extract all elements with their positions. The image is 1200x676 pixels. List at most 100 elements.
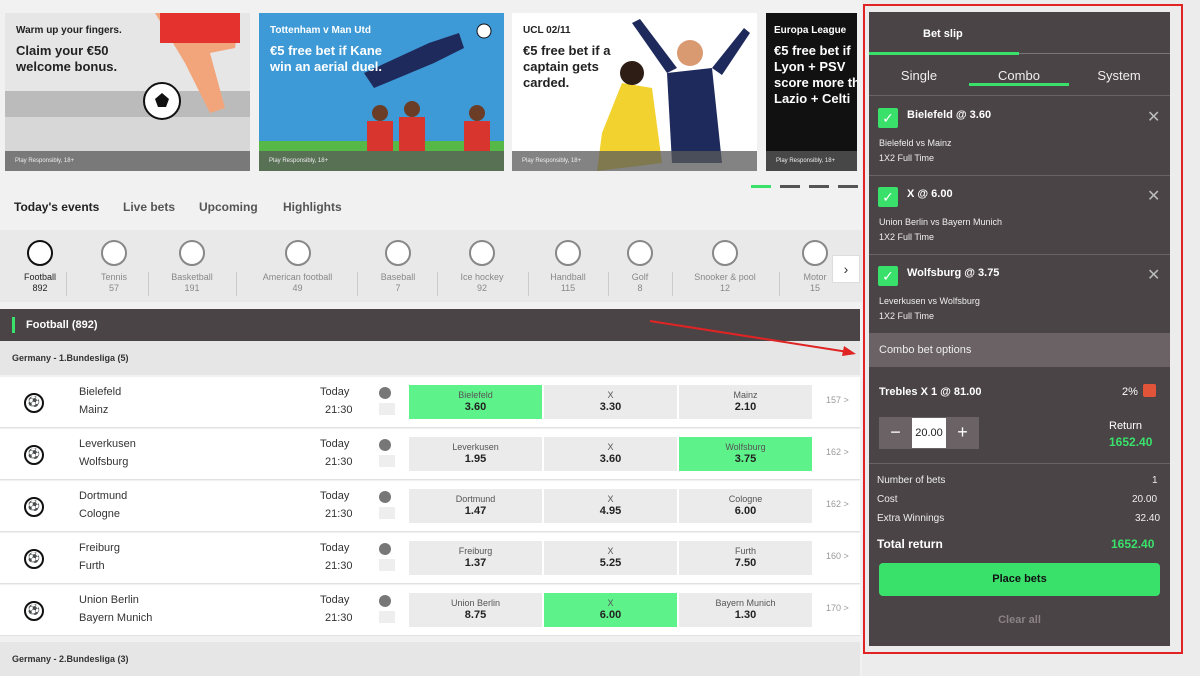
odd-value: 1.95 [464,453,487,465]
checkbox-checked-icon[interactable]: ✓ [878,108,898,128]
tab-live-bets[interactable]: Live bets [123,200,175,214]
tab-system[interactable]: System [1069,57,1169,83]
section-title: Football (892) [26,319,98,331]
more-markets-link[interactable]: 162 > [826,499,849,509]
tab-upcoming[interactable]: Upcoming [199,200,258,214]
odd-away[interactable]: Cologne 6.00 [679,489,812,523]
divider [869,95,1170,96]
sports-next-arrow[interactable]: › [832,255,860,283]
promo-banner-europa[interactable]: Europa League €5 free bet if Lyon + PSV s… [766,13,857,171]
odd-label: Wolfsburg [725,442,766,452]
odd-value: 1.30 [734,609,757,621]
basketball-icon [179,240,205,266]
decrease-stake-button[interactable]: − [879,417,912,449]
odd-home[interactable]: Union Berlin 8.75 [409,593,542,627]
football-icon: ⚽ [24,497,44,517]
stats-icon[interactable] [379,491,395,521]
combo-options-header[interactable]: Combo bet options [869,333,1170,367]
sport-label: Motor [803,272,827,282]
sport-american-football[interactable]: American football 49 [240,238,355,293]
stats-icon[interactable] [379,543,395,573]
league-header[interactable]: Germany - 2.Bundesliga (3) [0,642,860,676]
odd-label: X [607,390,614,400]
tab-highlights[interactable]: Highlights [283,200,342,214]
promo-banner-ucl[interactable]: UCL 02/11 €5 free bet if a captain gets c… [512,13,757,171]
ice-hockey-icon [469,240,495,266]
total-return-label: Total return [877,537,943,551]
tab-combo[interactable]: Combo [969,57,1069,86]
odd-home[interactable]: Bielefeld 3.60 [409,385,542,419]
extra-winnings-label: Extra Winnings [877,513,945,524]
odd-away[interactable]: Wolfsburg 3.75 [679,437,812,471]
sport-count: 49 [292,283,303,293]
odd-draw[interactable]: X 3.60 [544,437,677,471]
match-time: 21:30 [325,612,353,624]
odd-draw[interactable]: X 5.25 [544,541,677,575]
sport-label: Baseball [380,272,416,282]
stake-input[interactable]: 20.00 [912,418,946,448]
bet-slip-title[interactable]: Bet slip [869,12,1170,54]
tennis-icon [101,240,127,266]
banner-headline: €5 free bet if a captain gets carded. [523,43,611,90]
match-time: 21:30 [325,560,353,572]
home-team: Freiburg [79,542,120,554]
carousel-dot[interactable] [838,185,858,188]
banner-disclaimer: Play Responsibly, 18+ [259,151,504,171]
odd-draw[interactable]: X 6.00 [544,593,677,627]
sport-tennis[interactable]: Tennis 57 [71,238,157,293]
sport-basketball[interactable]: Basketball 191 [149,238,235,293]
sport-baseball[interactable]: Baseball 7 [355,238,441,293]
more-markets-link[interactable]: 170 > [826,603,849,613]
banner-headline: €5 free bet if Kane win an aerial duel. [270,43,382,74]
active-indicator [869,52,1019,55]
accent-bar [12,317,15,333]
odd-label: X [607,494,614,504]
more-markets-link[interactable]: 157 > [826,395,849,405]
handball-icon [555,240,581,266]
sport-snooker-pool[interactable]: Snooker & pool 12 [672,238,778,293]
stats-icon[interactable] [379,439,395,469]
place-bets-button[interactable]: Place bets [879,563,1160,596]
divider [528,272,529,296]
tab-todays-events[interactable]: Today's events [14,200,99,214]
sport-count: 57 [108,283,119,293]
promo-banner-tottenham[interactable]: Tottenham v Man Utd €5 free bet if Kane w… [259,13,504,171]
away-team: Cologne [79,508,120,520]
odd-away[interactable]: Furth 7.50 [679,541,812,575]
carousel-dot[interactable] [809,185,829,188]
carousel-dot[interactable] [751,185,771,188]
event-tabs: Today's events Live bets Upcoming Highli… [14,200,514,220]
home-team: Bielefeld [79,386,122,398]
sport-label: Football [23,272,57,282]
odd-draw[interactable]: X 3.30 [544,385,677,419]
checkbox-checked-icon[interactable]: ✓ [878,187,898,207]
increase-stake-button[interactable]: + [946,417,979,449]
away-team: Bayern Munich [79,612,153,624]
odd-value: 4.95 [599,505,622,517]
odd-home[interactable]: Leverkusen 1.95 [409,437,542,471]
tab-single[interactable]: Single [869,57,969,83]
odd-value: 7.50 [734,557,757,569]
close-icon[interactable]: ✕ [1147,107,1160,127]
odd-label: X [607,442,614,452]
close-icon[interactable]: ✕ [1147,186,1160,206]
odd-home[interactable]: Freiburg 1.37 [409,541,542,575]
clear-all-button[interactable]: Clear all [869,614,1170,626]
odd-away[interactable]: Bayern Munich 1.30 [679,593,812,627]
checkbox-checked-icon[interactable]: ✓ [878,266,898,286]
banner-kicker: Warm up your fingers. [16,25,122,36]
odd-home[interactable]: Dortmund 1.47 [409,489,542,523]
sport-golf[interactable]: Golf 8 [597,238,683,293]
home-team: Leverkusen [79,438,136,450]
carousel-dot[interactable] [780,185,800,188]
stats-icon[interactable] [379,387,395,417]
more-markets-link[interactable]: 160 > [826,551,849,561]
stats-icon[interactable] [379,595,395,625]
divider [357,272,358,296]
more-markets-link[interactable]: 162 > [826,447,849,457]
promo-banner-welcome[interactable]: Warm up your fingers. Claim your €50 welc… [5,13,250,171]
odd-draw[interactable]: X 4.95 [544,489,677,523]
sport-ice-hockey[interactable]: Ice hockey 92 [439,238,525,293]
close-icon[interactable]: ✕ [1147,265,1160,285]
odd-away[interactable]: Mainz 2.10 [679,385,812,419]
